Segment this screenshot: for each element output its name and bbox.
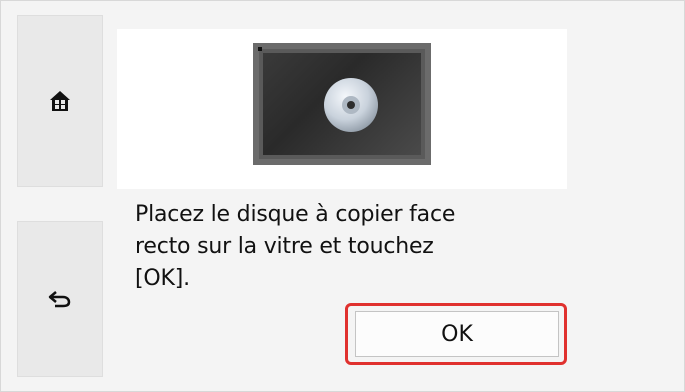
disc-illustration (253, 43, 431, 165)
back-arrow-icon (48, 291, 71, 308)
back-button[interactable] (17, 221, 103, 377)
home-button[interactable] (17, 15, 103, 187)
ok-button[interactable]: OK (355, 311, 559, 357)
side-panel-top (17, 15, 103, 187)
printer-screen: Placez le disque à copier face recto sur… (0, 0, 685, 392)
instruction-message: Placez le disque à copier face recto sur… (135, 202, 456, 291)
home-icon (50, 91, 70, 111)
side-panel-bottom (17, 221, 103, 377)
corner-mark (258, 47, 262, 51)
platen-glass (263, 53, 421, 155)
disc-on-glass-icon (321, 75, 381, 135)
